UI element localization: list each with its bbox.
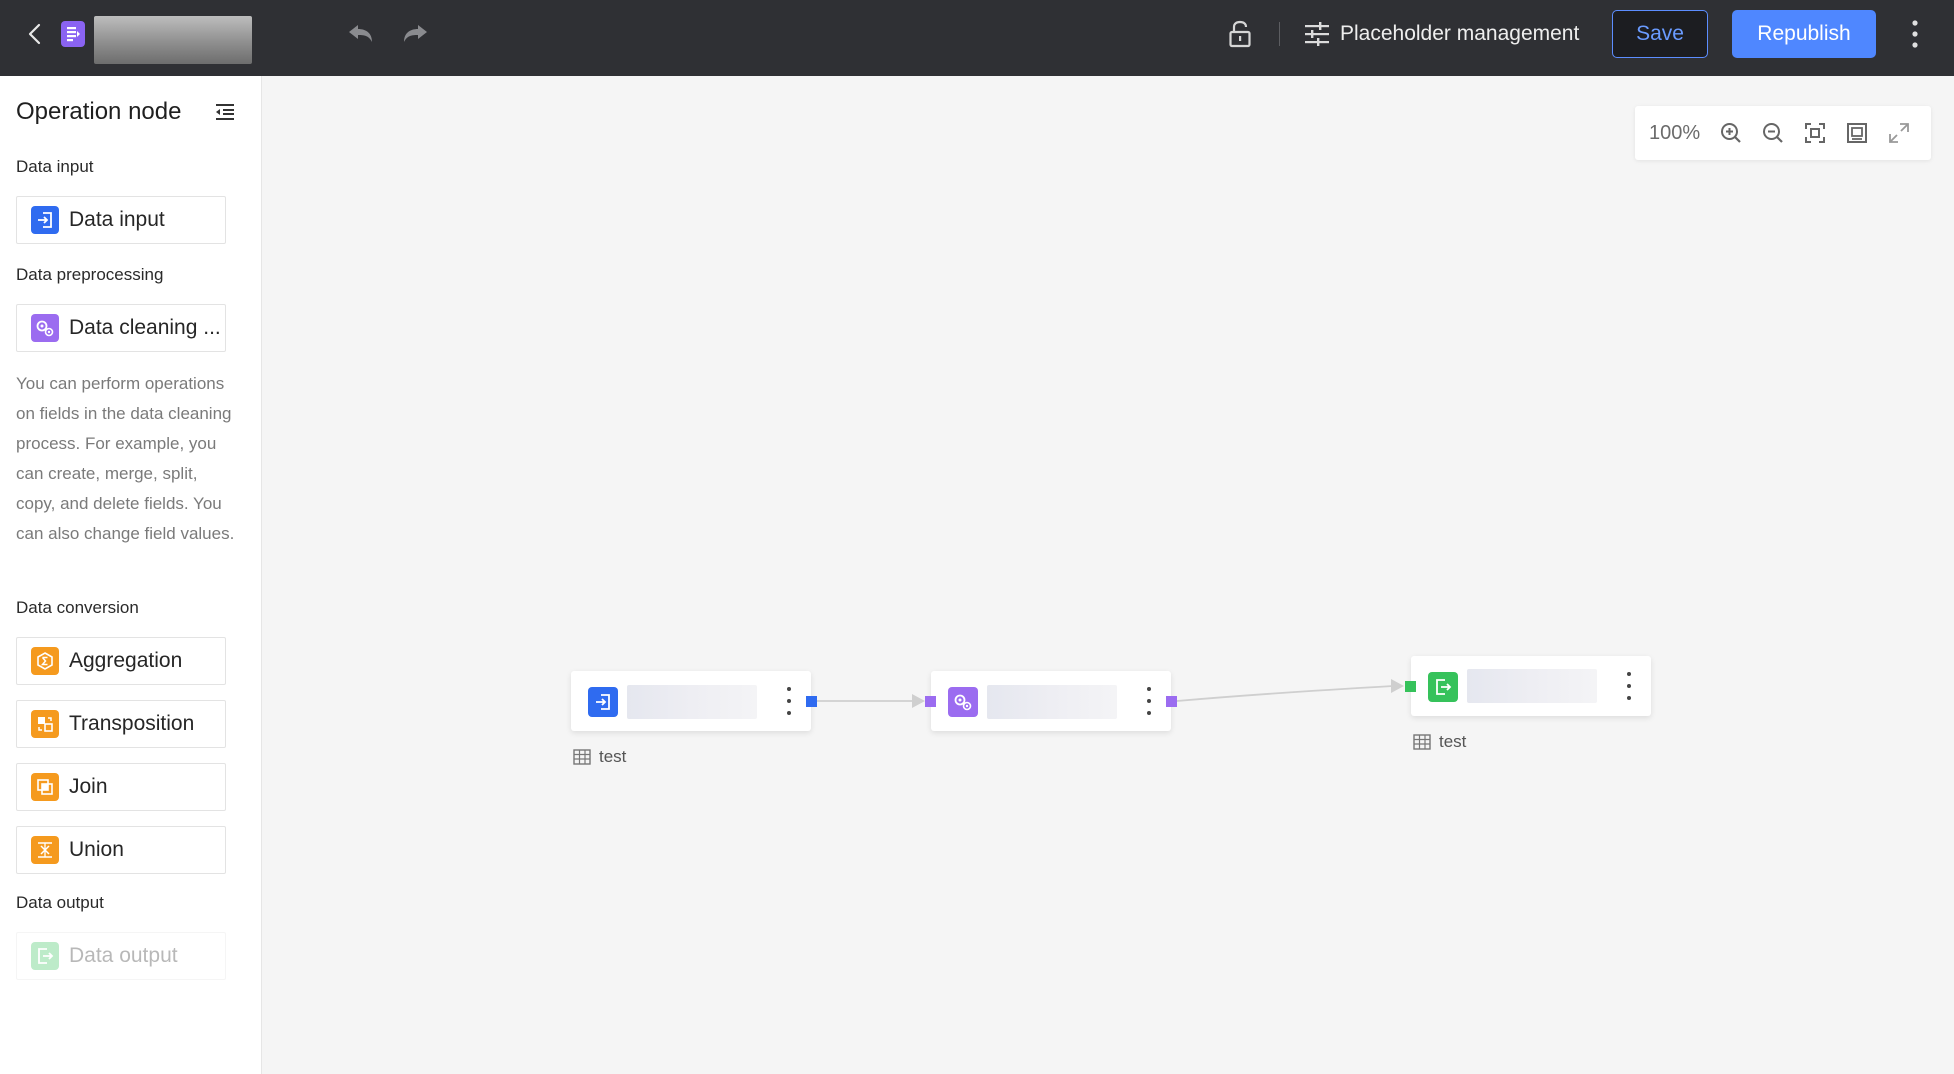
node-item-data-cleaning[interactable]: Data cleaning ...	[16, 304, 226, 352]
redo-icon[interactable]	[399, 19, 431, 49]
node-item-join[interactable]: Join	[16, 763, 226, 811]
section-label-data-output: Data output	[16, 893, 104, 912]
data-output-icon	[1428, 672, 1458, 702]
table-icon	[573, 749, 591, 765]
data-cleaning-description: You can perform operations on fields in …	[16, 374, 235, 543]
table-icon	[1413, 734, 1431, 750]
node-more-icon[interactable]	[1145, 687, 1153, 715]
zoom-out-icon[interactable]	[1759, 119, 1787, 147]
sliders-icon	[1304, 22, 1330, 46]
toolbar-divider	[1279, 22, 1280, 46]
flow-canvas[interactable]	[263, 76, 1954, 1074]
node-more-icon[interactable]	[785, 687, 793, 715]
node-item-label: Join	[69, 775, 108, 798]
output-port[interactable]	[806, 696, 817, 707]
node-item-aggregation[interactable]: Aggregation	[16, 637, 226, 685]
node-item-label: Transposition	[69, 712, 195, 735]
save-button[interactable]: Save	[1612, 10, 1708, 58]
input-port[interactable]	[925, 696, 936, 707]
node-item-label: Union	[69, 838, 124, 861]
republish-button[interactable]: Republish	[1732, 10, 1876, 58]
node-name-redacted	[987, 685, 1117, 719]
data-cleaning-icon	[948, 687, 978, 717]
node-item-data-input[interactable]: Data input	[16, 196, 226, 244]
placeholder-management-label: Placeholder management	[1340, 22, 1580, 45]
node-item-label: Data output	[69, 944, 178, 967]
node-item-label: Aggregation	[69, 649, 183, 672]
node-table-label: test	[573, 747, 626, 767]
lock-icon[interactable]	[1226, 18, 1254, 50]
back-icon[interactable]	[20, 19, 50, 49]
more-options-icon[interactable]	[1905, 18, 1925, 50]
table-name: test	[599, 747, 627, 766]
zoom-toolbar: 100%	[1635, 106, 1931, 160]
node-name-redacted	[1467, 669, 1597, 703]
collapse-panel-icon[interactable]	[214, 101, 236, 123]
node-name-redacted	[627, 685, 757, 719]
node-item-label: Data input	[69, 208, 165, 231]
node-more-icon[interactable]	[1625, 672, 1633, 700]
zoom-level: 100%	[1649, 121, 1701, 144]
data-input-icon	[588, 687, 618, 717]
placeholder-management-button[interactable]: Placeholder management	[1304, 18, 1579, 50]
flow-node-data-output[interactable]	[1411, 656, 1651, 716]
node-item-transposition[interactable]: Transposition	[16, 700, 226, 748]
operation-node-panel: Operation node Data input Data input Dat…	[0, 76, 262, 1074]
section-label-data-input: Data input	[16, 157, 94, 176]
minimap-icon[interactable]	[1843, 119, 1871, 147]
top-bar: Placeholder management Save Republish	[0, 0, 1954, 76]
undo-icon[interactable]	[345, 19, 377, 49]
flow-node-data-cleaning[interactable]	[931, 671, 1171, 731]
fullscreen-icon[interactable]	[1885, 119, 1913, 147]
table-name: test	[1439, 732, 1467, 751]
zoom-in-icon[interactable]	[1717, 119, 1745, 147]
document-title-redacted[interactable]	[94, 16, 252, 64]
aggregation-icon	[31, 647, 59, 675]
union-icon	[31, 836, 59, 864]
data-output-icon	[31, 942, 59, 970]
section-label-data-preprocessing: Data preprocessing	[16, 265, 164, 284]
fit-view-icon[interactable]	[1801, 119, 1829, 147]
data-cleaning-icon	[31, 314, 59, 342]
input-port[interactable]	[1405, 681, 1416, 692]
join-icon	[31, 773, 59, 801]
data-input-icon	[31, 206, 59, 234]
document-icon	[61, 21, 85, 47]
output-port[interactable]	[1166, 696, 1177, 707]
node-item-data-output: Data output	[16, 932, 226, 980]
flow-node-data-input[interactable]	[571, 671, 811, 731]
node-table-label: test	[1413, 732, 1466, 752]
node-item-union[interactable]: Union	[16, 826, 226, 874]
transposition-icon	[31, 710, 59, 738]
panel-title: Operation node	[16, 98, 182, 125]
node-item-label: Data cleaning ...	[69, 316, 221, 339]
section-label-data-conversion: Data conversion	[16, 598, 139, 617]
